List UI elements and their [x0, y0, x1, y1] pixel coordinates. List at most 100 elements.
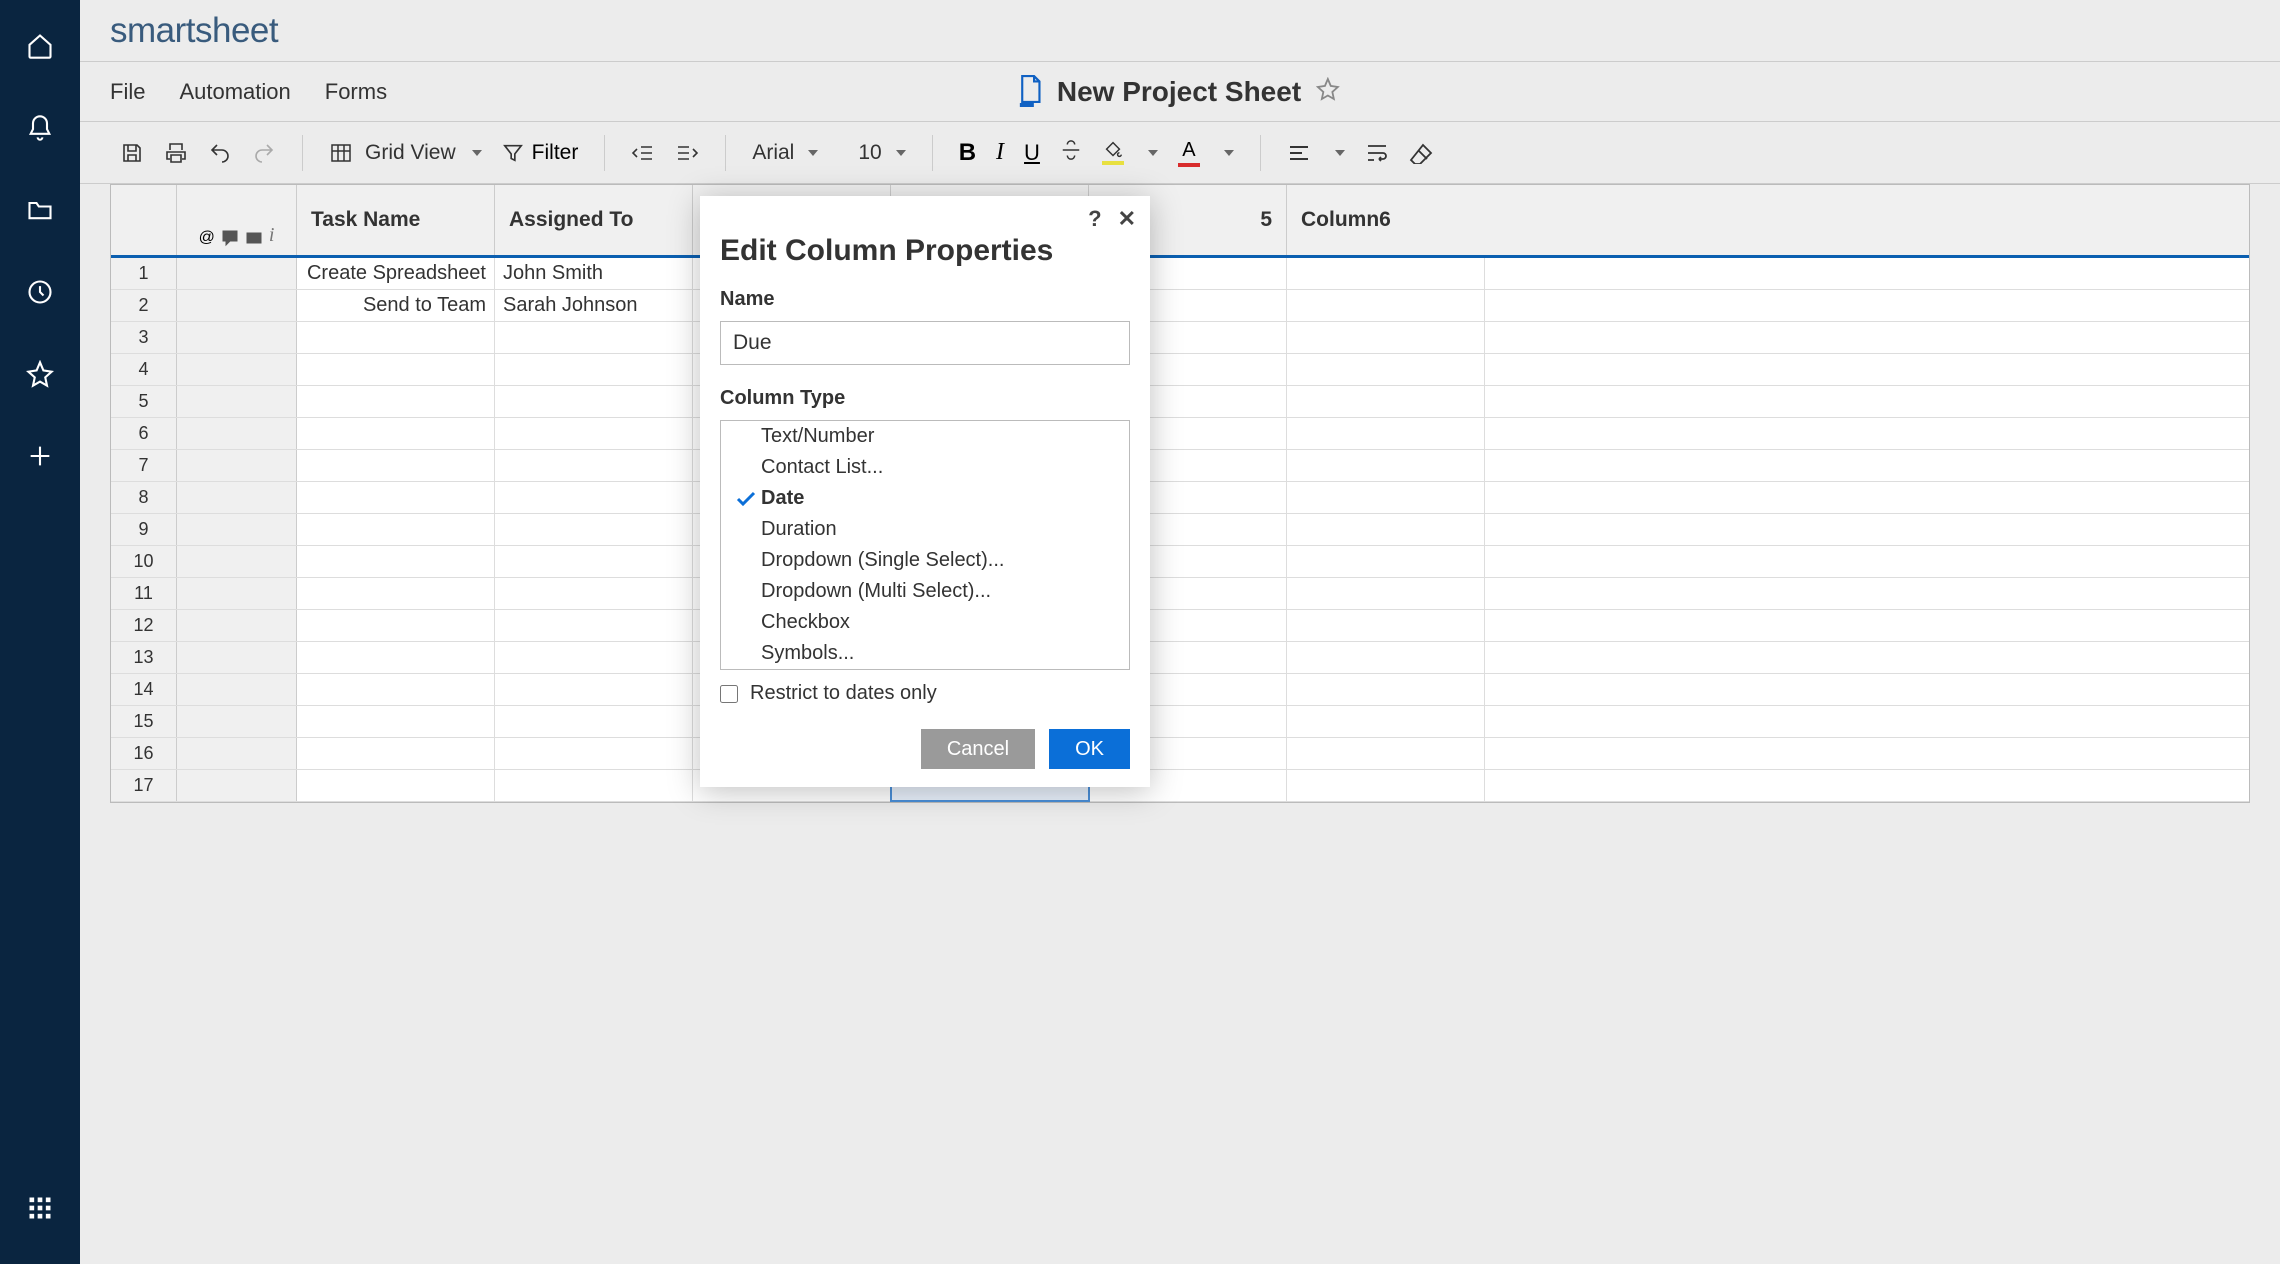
cell[interactable]: [495, 610, 693, 641]
flags-cell[interactable]: [177, 386, 297, 417]
cell[interactable]: [297, 738, 495, 769]
save-icon[interactable]: [120, 141, 144, 165]
flags-cell[interactable]: [177, 418, 297, 449]
row-number[interactable]: 4: [111, 354, 177, 385]
column-type-option[interactable]: Dropdown (Single Select)...: [721, 545, 1129, 576]
cell[interactable]: Send to Team: [297, 290, 495, 321]
flags-cell[interactable]: [177, 738, 297, 769]
ok-button[interactable]: OK: [1049, 729, 1130, 769]
comment-icon[interactable]: [221, 229, 239, 247]
align-caret[interactable]: [1335, 150, 1345, 156]
font-size-selector[interactable]: 10: [858, 141, 905, 165]
row-number[interactable]: 10: [111, 546, 177, 577]
cell[interactable]: [495, 386, 693, 417]
column-name-input[interactable]: [720, 321, 1130, 365]
align-button[interactable]: [1287, 143, 1311, 163]
cell[interactable]: [495, 770, 693, 801]
cell[interactable]: [1287, 706, 1485, 737]
redo-icon[interactable]: [252, 141, 276, 165]
cell[interactable]: [297, 386, 495, 417]
cell[interactable]: [1287, 290, 1485, 321]
cell[interactable]: [297, 514, 495, 545]
flags-cell[interactable]: [177, 258, 297, 289]
column-header-1[interactable]: Assigned To: [495, 185, 693, 255]
row-number[interactable]: 15: [111, 706, 177, 737]
menu-file[interactable]: File: [110, 79, 145, 105]
underline-button[interactable]: U: [1024, 140, 1040, 166]
cell[interactable]: [495, 482, 693, 513]
cell[interactable]: [1287, 322, 1485, 353]
fill-color-caret[interactable]: [1148, 150, 1158, 156]
cell[interactable]: [495, 706, 693, 737]
row-number[interactable]: 1: [111, 258, 177, 289]
flags-cell[interactable]: [177, 642, 297, 673]
row-number[interactable]: 11: [111, 578, 177, 609]
cell[interactable]: [1287, 418, 1485, 449]
flags-cell[interactable]: [177, 354, 297, 385]
wrap-button[interactable]: [1365, 142, 1389, 164]
row-number[interactable]: 17: [111, 770, 177, 801]
cell[interactable]: [1287, 514, 1485, 545]
bold-button[interactable]: B: [959, 139, 976, 167]
flags-cell[interactable]: [177, 706, 297, 737]
cell[interactable]: [297, 482, 495, 513]
clear-format-button[interactable]: [1409, 142, 1435, 164]
cell[interactable]: [1287, 482, 1485, 513]
menu-automation[interactable]: Automation: [179, 79, 290, 105]
cell[interactable]: [1287, 642, 1485, 673]
menu-forms[interactable]: Forms: [325, 79, 387, 105]
cell[interactable]: [495, 674, 693, 705]
undo-icon[interactable]: [208, 141, 232, 165]
info-icon[interactable]: i: [269, 224, 275, 247]
cell[interactable]: [297, 546, 495, 577]
flags-cell[interactable]: [177, 514, 297, 545]
cell[interactable]: Sarah Johnson: [495, 290, 693, 321]
column-type-option[interactable]: Checkbox: [721, 607, 1129, 638]
cell[interactable]: [1287, 546, 1485, 577]
folder-icon[interactable]: [24, 194, 56, 226]
italic-button[interactable]: I: [996, 139, 1004, 166]
cell[interactable]: [495, 450, 693, 481]
row-number[interactable]: 7: [111, 450, 177, 481]
cell[interactable]: [1287, 610, 1485, 641]
cell[interactable]: [297, 418, 495, 449]
cell[interactable]: [297, 770, 495, 801]
fill-color-button[interactable]: [1102, 140, 1124, 165]
cell[interactable]: [297, 578, 495, 609]
recents-icon[interactable]: [24, 276, 56, 308]
column-type-option[interactable]: Symbols...: [721, 638, 1129, 669]
row-number[interactable]: 2: [111, 290, 177, 321]
cell[interactable]: [1287, 770, 1485, 801]
cell[interactable]: [297, 354, 495, 385]
cell[interactable]: [1287, 674, 1485, 705]
outdent-icon[interactable]: [631, 141, 655, 165]
favorite-star-icon[interactable]: [1316, 77, 1340, 106]
cell[interactable]: [495, 322, 693, 353]
flags-cell[interactable]: [177, 482, 297, 513]
flags-cell[interactable]: [177, 450, 297, 481]
cell[interactable]: [297, 674, 495, 705]
row-number[interactable]: 16: [111, 738, 177, 769]
proof-icon[interactable]: [245, 229, 263, 247]
flags-cell[interactable]: [177, 610, 297, 641]
cancel-button[interactable]: Cancel: [921, 729, 1035, 769]
row-number[interactable]: 12: [111, 610, 177, 641]
cell[interactable]: [495, 418, 693, 449]
indent-icon[interactable]: [675, 141, 699, 165]
column-type-option[interactable]: Contact List...: [721, 452, 1129, 483]
column-type-option[interactable]: Duration: [721, 514, 1129, 545]
cell[interactable]: [495, 738, 693, 769]
column-header-0[interactable]: Task Name: [297, 185, 495, 255]
cell[interactable]: [297, 450, 495, 481]
home-icon[interactable]: [24, 30, 56, 62]
favorites-icon[interactable]: [24, 358, 56, 390]
cell[interactable]: [495, 642, 693, 673]
cell[interactable]: Create Spreadsheet: [297, 258, 495, 289]
cell[interactable]: [1287, 354, 1485, 385]
cell[interactable]: [297, 322, 495, 353]
row-number[interactable]: 14: [111, 674, 177, 705]
sheet-title[interactable]: New Project Sheet: [1057, 76, 1301, 108]
cell[interactable]: [1287, 258, 1485, 289]
column-type-option[interactable]: Dropdown (Multi Select)...: [721, 576, 1129, 607]
restrict-checkbox[interactable]: [720, 685, 738, 703]
